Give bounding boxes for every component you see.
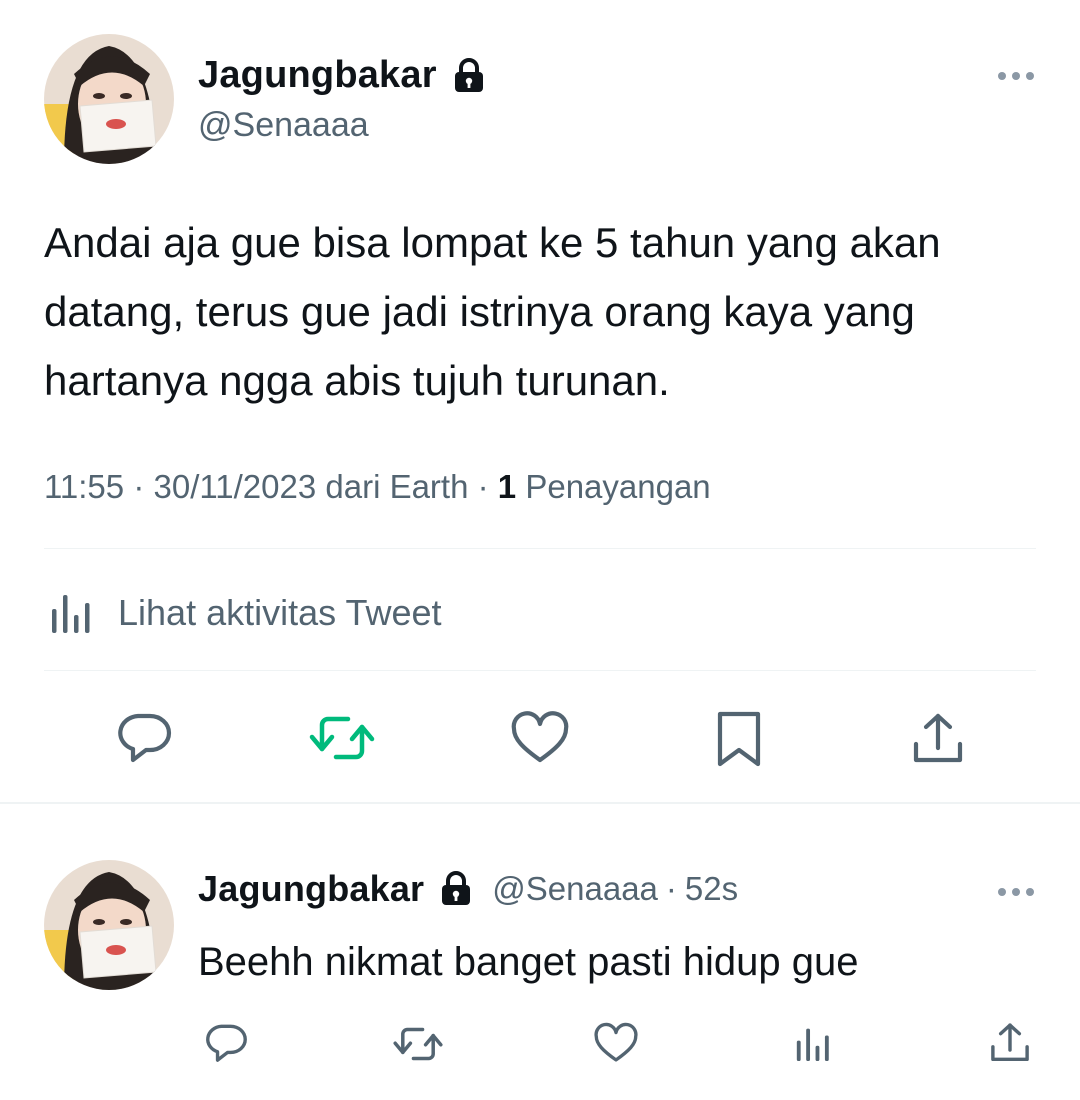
divider	[44, 670, 1036, 671]
author-display-name[interactable]: Jagungbakar	[198, 54, 437, 97]
author-name-row[interactable]: Jagungbakar	[198, 54, 485, 97]
reply-avatar[interactable]	[44, 860, 174, 990]
reply-time[interactable]: 52s	[685, 870, 738, 908]
tweet-source: dari Earth	[325, 468, 469, 505]
lock-icon	[453, 57, 485, 94]
meta-separator: ·	[477, 468, 489, 505]
reply-text: Beehh nikmat banget pasti hidup gue	[198, 940, 859, 984]
view-label: Penayangan	[525, 468, 711, 505]
stats-icon	[44, 591, 98, 635]
author-handle[interactable]: @Senaaaa	[198, 106, 369, 145]
retweet-icon[interactable]	[392, 1025, 444, 1063]
reply-icon[interactable]	[116, 713, 172, 765]
tweet-time[interactable]: 11:55	[44, 468, 124, 505]
like-icon[interactable]	[594, 1022, 638, 1063]
avatar[interactable]	[44, 34, 174, 164]
share-icon[interactable]	[988, 1022, 1032, 1064]
retweet-icon[interactable]	[308, 713, 376, 763]
tweet-text: Andai aja gue bisa lompat ke 5 tahun yan…	[44, 219, 941, 404]
meta-separator: ·	[133, 468, 145, 505]
reply-display-name[interactable]: Jagungbakar	[198, 868, 424, 910]
stats-icon[interactable]	[790, 1024, 836, 1064]
share-icon[interactable]	[910, 712, 966, 766]
more-horizontal-icon[interactable]	[996, 69, 1036, 83]
lock-icon	[440, 871, 472, 907]
reply-header: Jagungbakar @Senaaaa · 52s	[198, 868, 738, 910]
view-count: 1	[497, 468, 517, 505]
tweet-activity-link[interactable]: Lihat aktivitas Tweet	[44, 588, 442, 638]
divider	[44, 548, 1036, 549]
more-horizontal-icon[interactable]	[996, 885, 1036, 899]
section-divider	[0, 802, 1080, 804]
tweet-meta: 11:55 · 30/11/2023 dari Earth · 1 Penaya…	[44, 468, 711, 506]
tweet-date[interactable]: 30/11/2023	[153, 468, 316, 505]
reply-handle[interactable]: @Senaaaa	[492, 870, 658, 908]
reply-icon[interactable]	[204, 1024, 248, 1064]
activity-label: Lihat aktivitas Tweet	[118, 592, 442, 633]
reply-separator: ·	[665, 870, 677, 907]
bookmark-icon[interactable]	[716, 710, 762, 768]
like-icon[interactable]	[511, 711, 569, 764]
